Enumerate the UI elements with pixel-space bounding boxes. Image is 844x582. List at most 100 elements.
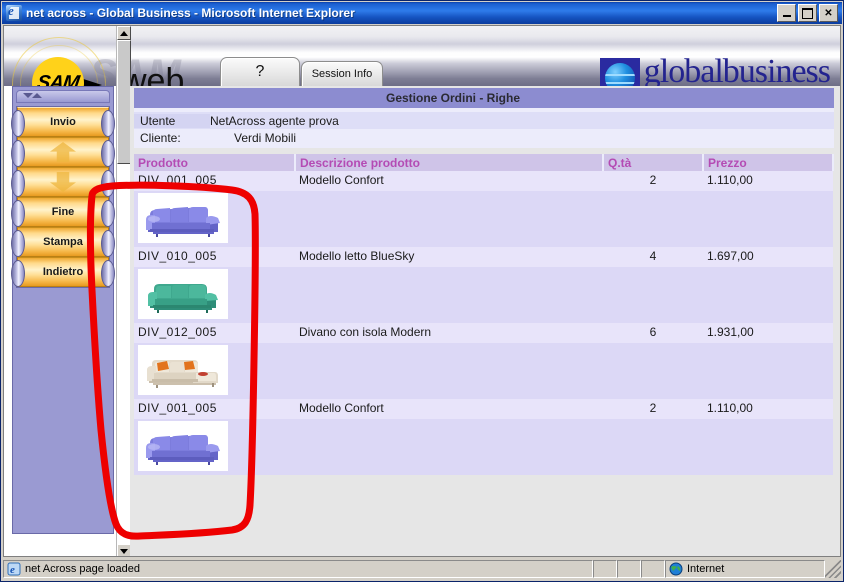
arrow-down-icon: [50, 172, 76, 192]
minimize-button[interactable]: [777, 4, 796, 22]
panel-header: Gestione Ordini - Righe: [134, 88, 834, 108]
ie-document-icon: [6, 3, 22, 21]
cell-qta: 2: [603, 171, 703, 191]
cell-descrizione: Divano con isola Modern: [295, 323, 603, 343]
ie-document-icon: e: [7, 562, 21, 576]
arrow-up-icon: [50, 142, 76, 162]
cell-empty: [703, 343, 833, 399]
beige-corner-sofa-icon: [147, 360, 218, 388]
security-zone-cell[interactable]: Internet: [665, 560, 825, 578]
sidebar-button-up[interactable]: [11, 137, 115, 167]
table-row[interactable]: DIV_001_005 Modello Confort 2 1.110,00: [134, 399, 833, 419]
tab-session-info[interactable]: Session Info: [301, 61, 383, 86]
cell-empty: [703, 191, 833, 247]
cell-product-image[interactable]: [134, 343, 295, 399]
cell-empty: [295, 267, 603, 323]
cell-empty: [603, 191, 703, 247]
sidebar-button-fine[interactable]: Fine: [11, 197, 115, 227]
info-row-cliente: Cliente: Verdi Mobili: [134, 129, 834, 146]
cell-empty: [295, 191, 603, 247]
security-zone-label: Internet: [687, 563, 725, 575]
maximize-button[interactable]: [798, 4, 817, 22]
cell-qta: 4: [603, 247, 703, 267]
sidebar-button-down[interactable]: [11, 167, 115, 197]
window-controls: ✕: [777, 4, 840, 22]
cell-empty: [603, 267, 703, 323]
cell-prodotto: DIV_010_005: [134, 247, 295, 267]
sidebar-button-indietro[interactable]: Indietro: [11, 257, 115, 287]
cell-qta: 6: [603, 323, 703, 343]
brand-text-block: globalbusiness your software company: [644, 54, 831, 86]
cell-empty: [703, 267, 833, 323]
cell-product-image[interactable]: [134, 267, 295, 323]
green-sofa-thumbnail[interactable]: [138, 269, 228, 319]
page-body: Invio Fine Stampa Indietro Gestione Ordi…: [4, 26, 840, 556]
status-bar: e net Across page loaded Internet: [3, 559, 841, 579]
blue-sofa-thumbnail[interactable]: [138, 421, 228, 471]
cliente-value: Verdi Mobili: [234, 130, 297, 145]
close-icon: ✕: [824, 7, 833, 19]
page-scrollbar[interactable]: [116, 26, 131, 556]
status-cell-b: [617, 560, 641, 578]
sidebar-button-stampa[interactable]: Stampa: [11, 227, 115, 257]
sidebar-button-invio[interactable]: Invio: [11, 107, 115, 137]
order-lines-table: Prodotto Descrizione prodotto Q.tà Prezz…: [134, 154, 834, 475]
column-header-descrizione[interactable]: Descrizione prodotto: [295, 154, 604, 171]
maximize-icon: [802, 7, 813, 19]
cell-empty: [603, 343, 703, 399]
globe-icon: [669, 562, 683, 576]
minimize-icon: [782, 15, 791, 17]
sidebar-button-stack: Invio Fine Stampa Indietro: [11, 106, 115, 288]
column-header-qta[interactable]: Q.tà: [603, 154, 704, 171]
command-sidebar: Invio Fine Stampa Indietro: [11, 86, 115, 534]
cell-empty: [603, 419, 703, 475]
table-row[interactable]: DIV_012_005 Divano con isola Modern 6 1.…: [134, 323, 833, 343]
table-row-image: [134, 267, 833, 323]
triangle-down-icon: [120, 548, 128, 554]
status-message: net Across page loaded: [25, 563, 140, 575]
cell-prezzo: 1.931,00: [703, 323, 833, 343]
beige-corner-sofa-thumbnail[interactable]: [138, 345, 228, 395]
cell-prezzo: 1.697,00: [703, 247, 833, 267]
cell-empty: [295, 419, 603, 475]
title-bar: net across - Global Business - Microsoft…: [2, 2, 842, 24]
table-row-image: [134, 343, 833, 399]
table-row[interactable]: DIV_001_005 Modello Confort 2 1.110,00: [134, 171, 833, 191]
cell-product-image[interactable]: [134, 419, 295, 475]
cell-prezzo: 1.110,00: [703, 171, 833, 191]
panel-header-spacer: [134, 88, 382, 108]
web-wordmark: web: [122, 62, 185, 86]
window-title: net across - Global Business - Microsoft…: [26, 6, 355, 20]
page-title: Gestione Ordini - Righe: [386, 91, 521, 105]
utente-label: Utente: [134, 113, 210, 128]
sam-logo-text: SAM: [35, 71, 81, 87]
cell-prodotto: DIV_012_005: [134, 323, 295, 343]
status-cell-a: [593, 560, 617, 578]
browser-window: net across - Global Business - Microsoft…: [0, 0, 844, 582]
cell-qta: 2: [603, 399, 703, 419]
column-header-prodotto[interactable]: Prodotto: [134, 154, 296, 171]
sidebar-collapse-handle[interactable]: [16, 90, 110, 103]
table-row[interactable]: DIV_010_005 Modello letto BlueSky 4 1.69…: [134, 247, 833, 267]
status-cell-c: [641, 560, 665, 578]
cell-empty: [703, 419, 833, 475]
resize-grip[interactable]: [825, 560, 841, 578]
scroll-down-button[interactable]: [117, 544, 131, 556]
tab-help[interactable]: ?: [220, 57, 300, 86]
info-row-utente: Utente NetAcross agente prova: [134, 112, 834, 129]
column-header-prezzo[interactable]: Prezzo: [703, 154, 834, 171]
blue-sofa-thumbnail[interactable]: [138, 193, 228, 243]
globalbusiness-logo: globalbusiness your software company: [599, 54, 831, 86]
table-row-image: [134, 191, 833, 247]
table-row-image: [134, 419, 833, 475]
cell-prodotto: DIV_001_005: [134, 399, 295, 419]
order-lines-panel: Gestione Ordini - Righe Utente NetAcross…: [130, 86, 840, 556]
close-button[interactable]: ✕: [819, 4, 838, 22]
cell-prodotto: DIV_001_005: [134, 171, 295, 191]
scrollbar-thumb[interactable]: [117, 40, 131, 164]
scroll-up-button[interactable]: [117, 26, 131, 40]
table-body: DIV_001_005 Modello Confort 2 1.110,00 D…: [134, 171, 833, 475]
cell-product-image[interactable]: [134, 191, 295, 247]
cell-empty: [295, 343, 603, 399]
sphere-shape: [604, 63, 635, 86]
